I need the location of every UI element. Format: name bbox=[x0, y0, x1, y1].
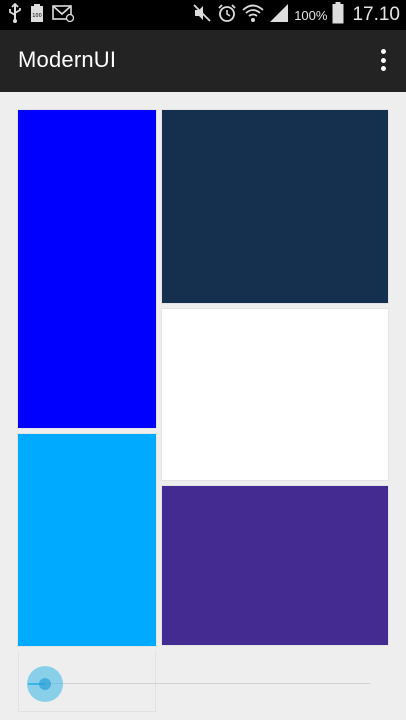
battery-full-icon: 100 bbox=[30, 3, 44, 28]
tile-blue bbox=[18, 110, 156, 428]
signal-icon bbox=[269, 3, 289, 28]
slider-track[interactable] bbox=[28, 683, 370, 684]
action-bar: ModernUI bbox=[0, 30, 406, 92]
screen: 100 100% 17.10 ModernUI bbox=[0, 0, 406, 720]
clock: 17.10 bbox=[352, 4, 400, 25]
mute-icon bbox=[192, 3, 212, 28]
seek-slider[interactable] bbox=[18, 666, 374, 702]
battery-icon bbox=[332, 1, 344, 29]
usb-icon bbox=[8, 2, 22, 28]
tile-white bbox=[162, 309, 388, 480]
slider-thumb[interactable] bbox=[27, 666, 64, 702]
more-vert-icon[interactable] bbox=[378, 49, 388, 71]
menu-dot bbox=[380, 66, 386, 71]
app-title: ModernUI bbox=[18, 47, 117, 72]
status-bar-notifications: 100 bbox=[8, 2, 75, 28]
content-area bbox=[0, 92, 406, 720]
tile-purple bbox=[162, 486, 388, 645]
menu-dot bbox=[380, 49, 386, 54]
mail-icon bbox=[52, 4, 75, 27]
svg-text:100: 100 bbox=[32, 13, 42, 19]
status-bar: 100 100% 17.10 bbox=[0, 0, 406, 30]
alarm-icon bbox=[217, 3, 237, 28]
tile-light-blue bbox=[18, 434, 156, 646]
wifi-icon bbox=[242, 3, 264, 28]
menu-dot bbox=[380, 57, 386, 63]
status-bar-system: 100% 17.10 bbox=[192, 1, 400, 29]
tile-navy bbox=[162, 110, 388, 303]
battery-percent: 100% bbox=[294, 7, 328, 23]
